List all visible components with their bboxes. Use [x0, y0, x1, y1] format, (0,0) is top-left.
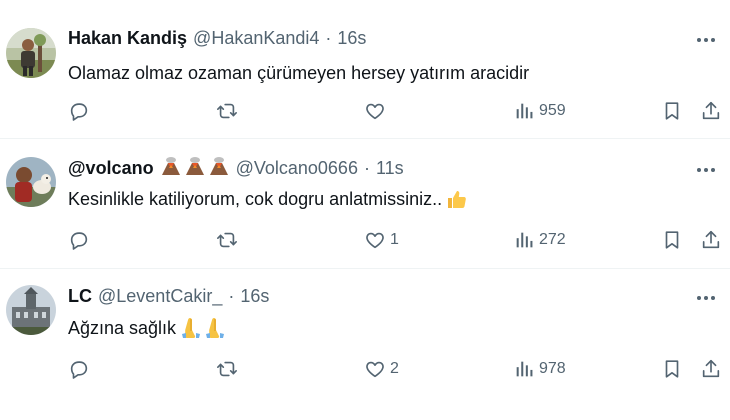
like-button[interactable] [364, 98, 390, 124]
like-button[interactable]: 1 [364, 227, 399, 253]
heart-icon [364, 229, 386, 251]
volcano-emoji [208, 156, 230, 181]
user-handle[interactable]: @LeventCakir_ [98, 286, 222, 307]
retweet-button[interactable] [216, 98, 238, 124]
bookmark-icon [661, 100, 683, 122]
tweet-text: Ağzına sağlık [68, 315, 227, 341]
more-options-icon[interactable] [694, 28, 718, 52]
timestamp[interactable]: 16s [240, 286, 269, 307]
tweet-text: Kesinlikle katiliyorum, cok dogru anlatm… [68, 186, 467, 212]
view-count: 959 [539, 102, 566, 119]
bookmark-icon [661, 229, 683, 251]
tweet-text-content: Ağzına sağlık [68, 317, 177, 338]
retweet-icon [216, 100, 238, 122]
folded-hands-emoji [179, 316, 227, 340]
heart-icon [364, 358, 386, 380]
tweet-text-content: Olamaz olmaz ozaman çürümeyen hersey yat… [68, 62, 530, 83]
view-count: 272 [539, 231, 566, 248]
share-icon [700, 229, 722, 251]
share-icon [700, 358, 722, 380]
tweet-actions: 2 978 [0, 356, 730, 382]
more-options-icon[interactable] [694, 286, 718, 310]
display-name[interactable]: Hakan Kandiş [68, 28, 187, 49]
reply-icon [68, 358, 90, 380]
bookmark-button[interactable] [661, 356, 683, 382]
timestamp[interactable]: 11s [376, 158, 404, 179]
tweet-header: Hakan Kandiş @HakanKandi4 · 16s [68, 26, 366, 50]
view-count: 978 [539, 360, 566, 377]
volcano-emoji [160, 156, 182, 181]
timestamp[interactable]: 16s [337, 28, 366, 49]
volcano-emoji [184, 156, 206, 181]
share-button[interactable] [700, 98, 722, 124]
user-handle[interactable]: @HakanKandi4 [193, 28, 319, 49]
analytics-icon [513, 358, 535, 380]
views-button[interactable]: 272 [513, 227, 566, 253]
share-button[interactable] [700, 227, 722, 253]
like-count: 2 [390, 360, 399, 377]
bookmark-button[interactable] [661, 98, 683, 124]
avatar[interactable] [6, 28, 56, 78]
bookmark-icon [661, 358, 683, 380]
heart-icon [364, 100, 386, 122]
separator-dot: · [325, 27, 332, 48]
analytics-icon [513, 229, 535, 251]
like-count: 1 [390, 231, 399, 248]
like-button[interactable]: 2 [364, 356, 399, 382]
thumbs-up-emoji [445, 188, 467, 210]
name-emojis [160, 156, 230, 181]
user-handle[interactable]: @Volcano0666 [236, 158, 358, 179]
analytics-icon [513, 100, 535, 122]
separator-dot: · [228, 285, 235, 306]
reply-button[interactable] [68, 227, 90, 253]
retweet-icon [216, 229, 238, 251]
avatar[interactable] [6, 157, 56, 207]
tweet-lc[interactable]: LC @LeventCakir_ · 16s Ağzına sağlık 2 9… [0, 269, 730, 420]
tweet-text: Olamaz olmaz ozaman çürümeyen hersey yat… [68, 60, 529, 86]
retweet-button[interactable] [216, 356, 238, 382]
retweet-icon [216, 358, 238, 380]
share-button[interactable] [700, 356, 722, 382]
tweet-actions: 1 272 [0, 227, 730, 253]
reply-icon [68, 229, 90, 251]
reply-feed: Hakan Kandiş @HakanKandi4 · 16s Olamaz o… [0, 0, 730, 420]
avatar[interactable] [6, 285, 56, 335]
reply-button[interactable] [68, 98, 90, 124]
reply-icon [68, 100, 90, 122]
tweet-hakan[interactable]: Hakan Kandiş @HakanKandi4 · 16s Olamaz o… [0, 0, 730, 139]
separator-dot: · [363, 157, 370, 178]
share-icon [700, 100, 722, 122]
views-button[interactable]: 978 [513, 356, 566, 382]
tweet-header: @volcano @Volcano0666 · 11s [68, 156, 404, 180]
tweet-volcano[interactable]: @volcano @Volcano0666 · 11s Kesinlikle k… [0, 139, 730, 269]
tweet-header: LC @LeventCakir_ · 16s [68, 284, 269, 308]
views-button[interactable]: 959 [513, 98, 566, 124]
display-name[interactable]: @volcano [68, 158, 154, 179]
bookmark-button[interactable] [661, 227, 683, 253]
tweet-actions: 959 [0, 98, 730, 124]
retweet-button[interactable] [216, 227, 238, 253]
more-options-icon[interactable] [694, 158, 718, 182]
reply-button[interactable] [68, 356, 90, 382]
tweet-text-content: Kesinlikle katiliyorum, cok dogru anlatm… [68, 188, 443, 209]
display-name[interactable]: LC [68, 286, 92, 307]
